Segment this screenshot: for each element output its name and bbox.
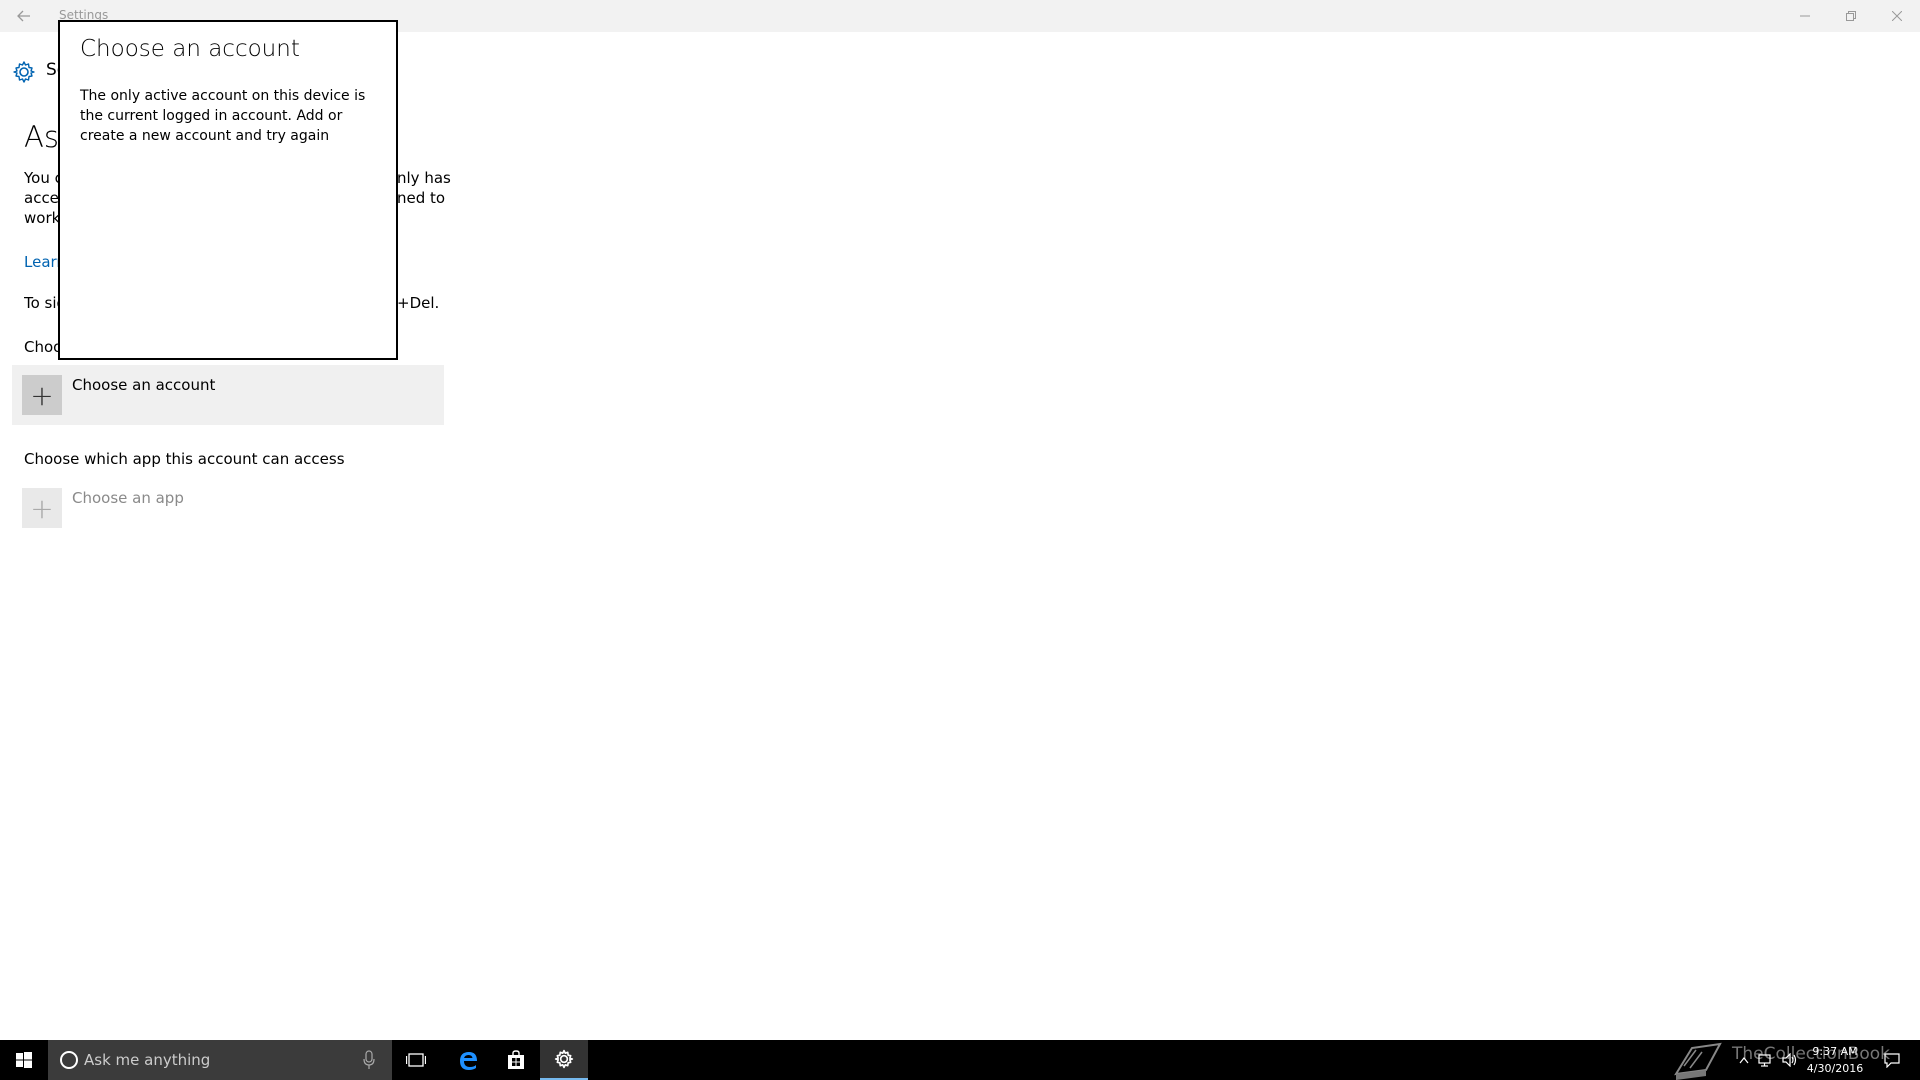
edge-browser-button[interactable] bbox=[444, 1040, 492, 1080]
gear-icon bbox=[13, 61, 35, 83]
network-icon bbox=[1758, 1054, 1771, 1067]
search-placeholder: Ask me anything bbox=[84, 1051, 211, 1069]
settings-gear-icon bbox=[554, 1049, 574, 1069]
learn-more-link[interactable]: Learn bbox=[24, 253, 60, 271]
signin-text-right: +Del. bbox=[397, 294, 440, 312]
choose-account-label: Choo bbox=[24, 338, 60, 356]
microphone-icon[interactable] bbox=[362, 1050, 376, 1070]
description-left: You c acces work bbox=[24, 168, 60, 228]
description-right: nly has ned to bbox=[397, 168, 451, 208]
dialog-title: Choose an account bbox=[80, 36, 300, 62]
plus-icon: + bbox=[22, 375, 62, 415]
back-button[interactable] bbox=[0, 0, 48, 32]
description-line: acces bbox=[24, 189, 60, 207]
windows-logo-icon bbox=[16, 1052, 32, 1068]
choose-account-button[interactable]: + Choose an account bbox=[12, 365, 444, 425]
restore-icon bbox=[1846, 11, 1856, 21]
back-arrow-icon bbox=[17, 10, 30, 22]
description-line: ned to bbox=[397, 189, 446, 207]
show-hidden-icons-button[interactable] bbox=[1734, 1050, 1754, 1070]
network-button[interactable] bbox=[1756, 1050, 1776, 1070]
task-view-icon bbox=[406, 1053, 426, 1067]
close-icon bbox=[1892, 11, 1902, 21]
dialog-message: The only active account on this device i… bbox=[80, 88, 366, 144]
clock-time: 9:37 AM bbox=[1812, 1045, 1858, 1058]
action-center-button[interactable] bbox=[1882, 1050, 1902, 1070]
notification-icon bbox=[1884, 1053, 1900, 1068]
choose-app-button-label[interactable]: Choose an app bbox=[72, 489, 184, 507]
start-button[interactable] bbox=[0, 1040, 48, 1080]
choose-account-button-label: Choose an account bbox=[72, 376, 216, 394]
description-line: work bbox=[24, 209, 60, 227]
page-title: Assigned access bbox=[24, 120, 60, 154]
choose-app-plus-icon[interactable]: + bbox=[22, 488, 62, 528]
edge-icon bbox=[460, 1052, 477, 1070]
cortana-icon bbox=[60, 1051, 78, 1069]
choose-account-dialog: Choose an account The only active accoun… bbox=[58, 20, 398, 360]
search-box[interactable]: Ask me anything bbox=[48, 1040, 392, 1080]
chevron-up-icon bbox=[1739, 1057, 1749, 1064]
choose-app-heading: Choose which app this account can access bbox=[24, 450, 345, 468]
settings-taskbar-button[interactable] bbox=[540, 1040, 588, 1080]
restore-button[interactable] bbox=[1828, 0, 1874, 32]
task-view-button[interactable] bbox=[392, 1040, 440, 1080]
close-button[interactable] bbox=[1874, 0, 1920, 32]
clock-date: 4/30/2016 bbox=[1806, 1062, 1864, 1075]
store-icon bbox=[508, 1050, 524, 1069]
store-button[interactable] bbox=[492, 1040, 540, 1080]
system-clock[interactable]: 9:37 AM 4/30/2016 bbox=[1800, 1043, 1870, 1077]
description-line: You c bbox=[24, 169, 60, 187]
volume-icon bbox=[1782, 1053, 1797, 1067]
volume-button[interactable] bbox=[1780, 1050, 1800, 1070]
description-line: nly has bbox=[397, 169, 451, 187]
book-watermark-icon bbox=[1674, 1042, 1722, 1080]
minimize-button[interactable] bbox=[1782, 0, 1828, 32]
minimize-icon bbox=[1800, 15, 1810, 17]
signin-text-left: To sig bbox=[24, 294, 60, 312]
taskbar: Ask me anything TheCollectionBook 9:37 A… bbox=[0, 1040, 1920, 1080]
